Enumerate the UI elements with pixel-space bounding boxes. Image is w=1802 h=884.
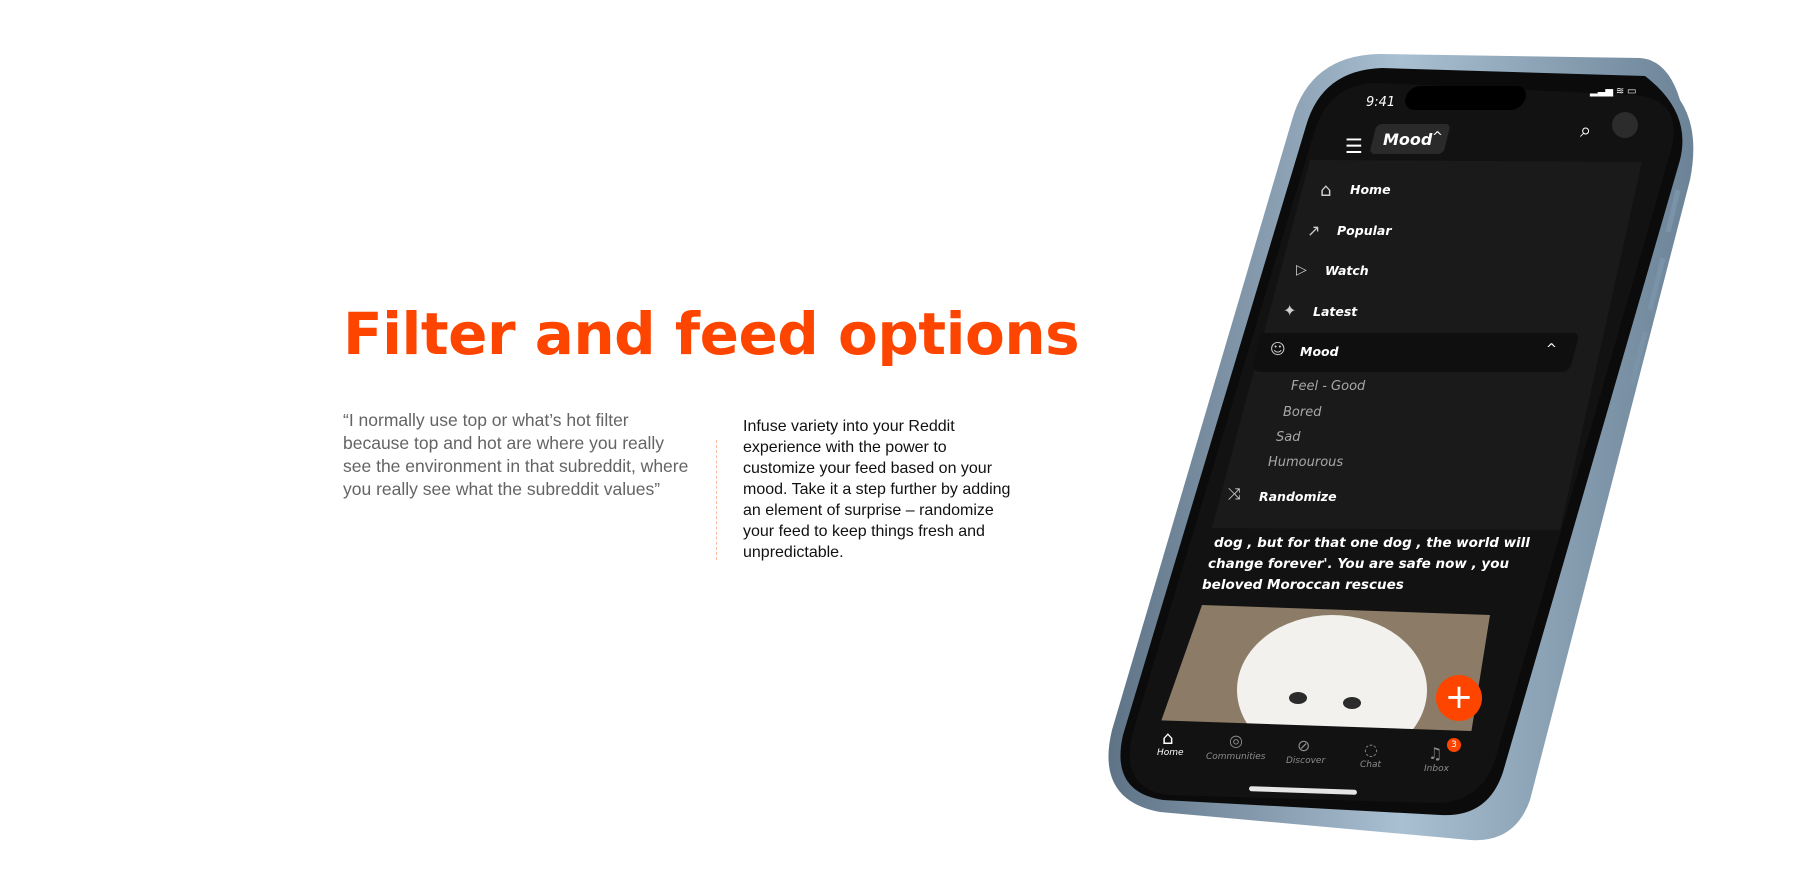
search-icon[interactable]: ⌕: [1580, 118, 1591, 142]
create-post-button[interactable]: +: [1436, 675, 1482, 721]
home-icon: ⌂: [1162, 728, 1174, 749]
mood-option-feel-good[interactable]: Feel - Good: [1291, 379, 1365, 394]
menu-item-latest[interactable]: Latest: [1313, 304, 1357, 319]
nav-discover[interactable]: Discover: [1286, 756, 1325, 766]
menu-item-mood[interactable]: Mood: [1300, 344, 1339, 359]
nav-home[interactable]: Home: [1157, 748, 1184, 758]
status-time: 9:41: [1366, 95, 1396, 110]
chevron-up-icon: ^: [1546, 342, 1557, 357]
post-text-line: beloved Moroccan rescues: [1202, 577, 1404, 593]
mood-option-humourous[interactable]: Humourous: [1268, 455, 1343, 470]
shuffle-icon: ⤨: [1228, 484, 1241, 503]
play-icon: ▷: [1296, 262, 1307, 278]
mood-face-icon: ☺: [1270, 340, 1286, 358]
menu-item-popular[interactable]: Popular: [1337, 223, 1391, 238]
inbox-badge: 3: [1447, 738, 1461, 752]
communities-icon: ◎: [1229, 731, 1243, 750]
menu-item-home[interactable]: Home: [1350, 182, 1391, 197]
mood-dropdown-label: Mood: [1383, 130, 1433, 149]
mood-option-sad[interactable]: Sad: [1276, 430, 1300, 445]
nav-chat[interactable]: Chat: [1360, 760, 1381, 770]
menu-item-randomize[interactable]: Randomize: [1259, 489, 1337, 504]
sparkle-icon: ✦: [1283, 301, 1297, 320]
chat-icon: ◌: [1364, 740, 1378, 759]
post-text-line: change forever'. You are safe now , you: [1208, 556, 1510, 572]
phone-mockup: [1108, 54, 1694, 841]
mood-option-bored[interactable]: Bored: [1283, 405, 1321, 420]
nav-communities[interactable]: Communities: [1206, 752, 1266, 762]
compass-icon: ⊘: [1297, 736, 1311, 755]
signal-icon: ▂▃▅ ≋ ▭: [1590, 86, 1637, 97]
nav-inbox[interactable]: Inbox: [1424, 764, 1449, 774]
chevron-up-icon: ^: [1432, 130, 1443, 145]
post-text-line: dog , but for that one dog , the world w…: [1214, 535, 1530, 551]
avatar[interactable]: [1612, 112, 1638, 138]
trending-arrow-icon: ↗: [1307, 221, 1321, 240]
bell-icon: ♫: [1428, 744, 1443, 763]
menu-icon[interactable]: ☰: [1345, 134, 1363, 158]
menu-item-watch[interactable]: Watch: [1325, 263, 1369, 278]
home-icon: ⌂: [1320, 180, 1332, 201]
